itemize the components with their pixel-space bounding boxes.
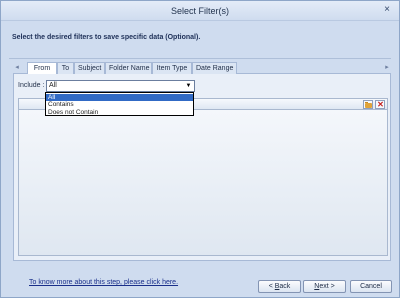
- tab-folder-name[interactable]: Folder Name: [105, 62, 152, 74]
- include-select[interactable]: All ▼: [46, 80, 195, 92]
- tab-scroll-right-icon[interactable]: ▸: [383, 63, 391, 73]
- instructions-text: Select the desired filters to save speci…: [12, 34, 201, 41]
- back-button[interactable]: < Back: [258, 280, 301, 293]
- delete-button[interactable]: ✕: [375, 100, 385, 109]
- filter-tabs: ◂ From To Subject Folder Name Item Type …: [13, 62, 391, 75]
- include-dropdown-list: All Contains Does not Contain: [45, 92, 194, 116]
- tab-date-range[interactable]: Date Range: [192, 62, 237, 74]
- include-label: Include :: [18, 82, 45, 89]
- filter-grid[interactable]: [18, 110, 388, 256]
- separator: [9, 58, 391, 59]
- include-option-contains[interactable]: Contains: [46, 101, 193, 109]
- cancel-button[interactable]: Cancel: [350, 280, 392, 293]
- include-select-value: All: [49, 82, 57, 89]
- open-button[interactable]: [363, 100, 373, 109]
- delete-icon: ✕: [377, 100, 384, 109]
- include-option-does-not-contain[interactable]: Does not Contain: [46, 109, 193, 117]
- tab-to[interactable]: To: [57, 62, 74, 74]
- close-button[interactable]: ×: [381, 4, 393, 16]
- title-bar: Select Filter(s) ×: [1, 1, 399, 21]
- dialog-title: Select Filter(s): [170, 6, 229, 16]
- next-label-rest: ext >: [319, 283, 335, 290]
- tab-item-type[interactable]: Item Type: [152, 62, 192, 74]
- tab-scroll-left-icon[interactable]: ◂: [13, 63, 21, 73]
- chevron-down-icon[interactable]: ▼: [183, 81, 194, 91]
- next-button[interactable]: Next >: [303, 280, 346, 293]
- help-link[interactable]: To know more about this step, please cli…: [29, 279, 178, 286]
- select-filters-dialog: Select Filter(s) × Select the desired fi…: [0, 0, 400, 298]
- back-label-rest: ack: [279, 283, 291, 290]
- folder-open-icon: [365, 102, 372, 108]
- include-option-all[interactable]: All: [46, 93, 193, 101]
- tab-subject[interactable]: Subject: [74, 62, 105, 74]
